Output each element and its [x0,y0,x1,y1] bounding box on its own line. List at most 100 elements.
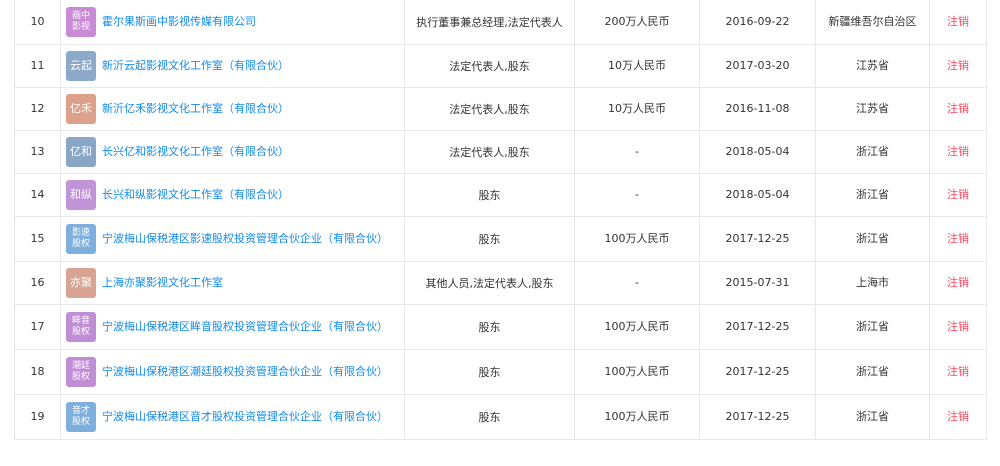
table-row: 13 亿和 长兴亿和影视文化工作室（有限合伙） 法定代表人,股东 -2018-05-04… [14,130,987,174]
company-logo: 音才 股权 [66,402,96,432]
capital-cell: 200万人民币 [574,0,700,45]
row-index: 17 [14,304,61,350]
table-row: 16 亦聚 上海亦聚影视文化工作室 其他人员,法定代表人,股东 -2015-07-31 上… [14,261,987,305]
table-row: 15 影速 股权 宁波梅山保税港区影速股权投资管理合伙企业（有限合伙） 股东 100万人民… [14,216,987,262]
role-cell: 股东 [404,173,575,217]
row-index: 16 [14,261,61,305]
company-cell: 画中 影视 霍尔果斯画中影视传媒有限公司 [60,0,405,45]
role-cell: 股东 [404,349,575,395]
row-index: 18 [14,349,61,395]
company-logo: 亿和 [66,137,96,167]
company-name-link[interactable]: 长兴和纵影视文化工作室（有限合伙） [102,187,289,203]
capital-cell: 10万人民币 [574,44,700,88]
company-cell: 音才 股权 宁波梅山保税港区音才股权投资管理合伙企业（有限合伙） [60,394,405,440]
company-name-link[interactable]: 宁波梅山保税港区音才股权投资管理合伙企业（有限合伙） [102,409,388,425]
region-cell: 上海市 [815,261,930,305]
table-row: 17 眸音 股权 宁波梅山保税港区眸音股权投资管理合伙企业（有限合伙） 股东 100万人民… [14,304,987,350]
region-cell: 江苏省 [815,87,930,131]
table-row: 14 和纵 长兴和纵影视文化工作室（有限合伙） 股东 -2018-05-04 浙江省 注销 [14,173,987,217]
company-name-link[interactable]: 长兴亿和影视文化工作室（有限合伙） [102,144,289,160]
company-cell: 潮廷 股权 宁波梅山保税港区潮廷股权投资管理合伙企业（有限合伙） [60,349,405,395]
company-table: 10 画中 影视 霍尔果斯画中影视传媒有限公司 执行董事兼总经理,法定代表人 200万人民… [14,0,987,440]
status-badge: 注销 [929,173,987,217]
region-cell: 新疆维吾尔自治区 [815,0,930,45]
company-name-link[interactable]: 宁波梅山保税港区影速股权投资管理合伙企业（有限合伙） [102,231,388,247]
investment-table-panel: 10 画中 影视 霍尔果斯画中影视传媒有限公司 执行董事兼总经理,法定代表人 200万人民… [0,0,1000,466]
role-cell: 法定代表人,股东 [404,87,575,131]
table-row: 19 音才 股权 宁波梅山保税港区音才股权投资管理合伙企业（有限合伙） 股东 100万人民… [14,394,987,440]
company-cell: 亿禾 新沂亿禾影视文化工作室（有限合伙） [60,87,405,131]
row-index: 10 [14,0,61,45]
company-logo: 画中 影视 [66,7,96,37]
company-name-link[interactable]: 霍尔果斯画中影视传媒有限公司 [102,14,256,30]
date-cell: 2016-11-08 [699,87,816,131]
company-name-link[interactable]: 新沂云起影视文化工作室（有限合伙） [102,58,289,74]
capital-cell: 100万人民币 [574,216,700,262]
status-badge: 注销 [929,87,987,131]
status-badge: 注销 [929,44,987,88]
capital-cell: - [574,261,700,305]
date-cell: 2017-12-25 [699,216,816,262]
table-row: 12 亿禾 新沂亿禾影视文化工作室（有限合伙） 法定代表人,股东 10万人民币 2016-… [14,87,987,131]
region-cell: 浙江省 [815,216,930,262]
status-badge: 注销 [929,261,987,305]
company-cell: 亿和 长兴亿和影视文化工作室（有限合伙） [60,130,405,174]
date-cell: 2018-05-04 [699,130,816,174]
table-row: 18 潮廷 股权 宁波梅山保税港区潮廷股权投资管理合伙企业（有限合伙） 股东 100万人民… [14,349,987,395]
role-cell: 股东 [404,216,575,262]
status-badge: 注销 [929,130,987,174]
table-row: 10 画中 影视 霍尔果斯画中影视传媒有限公司 执行董事兼总经理,法定代表人 200万人民… [14,0,987,45]
company-logo: 和纵 [66,180,96,210]
row-index: 19 [14,394,61,440]
role-cell: 法定代表人,股东 [404,44,575,88]
company-logo: 眸音 股权 [66,312,96,342]
row-index: 11 [14,44,61,88]
capital-cell: 100万人民币 [574,394,700,440]
company-cell: 和纵 长兴和纵影视文化工作室（有限合伙） [60,173,405,217]
date-cell: 2015-07-31 [699,261,816,305]
company-cell: 影速 股权 宁波梅山保税港区影速股权投资管理合伙企业（有限合伙） [60,216,405,262]
date-cell: 2018-05-04 [699,173,816,217]
company-name-link[interactable]: 上海亦聚影视文化工作室 [102,275,223,291]
capital-cell: - [574,130,700,174]
role-cell: 股东 [404,304,575,350]
status-badge: 注销 [929,0,987,45]
status-badge: 注销 [929,394,987,440]
company-cell: 云起 新沂云起影视文化工作室（有限合伙） [60,44,405,88]
region-cell: 浙江省 [815,304,930,350]
company-logo: 亿禾 [66,94,96,124]
role-cell: 其他人员,法定代表人,股东 [404,261,575,305]
region-cell: 浙江省 [815,173,930,217]
region-cell: 浙江省 [815,394,930,440]
company-cell: 眸音 股权 宁波梅山保税港区眸音股权投资管理合伙企业（有限合伙） [60,304,405,350]
company-name-link[interactable]: 宁波梅山保税港区眸音股权投资管理合伙企业（有限合伙） [102,319,388,335]
region-cell: 江苏省 [815,44,930,88]
status-badge: 注销 [929,304,987,350]
region-cell: 浙江省 [815,349,930,395]
region-cell: 浙江省 [815,130,930,174]
role-cell: 执行董事兼总经理,法定代表人 [404,0,575,45]
date-cell: 2017-12-25 [699,394,816,440]
capital-cell: - [574,173,700,217]
status-badge: 注销 [929,349,987,395]
company-name-link[interactable]: 宁波梅山保税港区潮廷股权投资管理合伙企业（有限合伙） [102,364,388,380]
company-cell: 亦聚 上海亦聚影视文化工作室 [60,261,405,305]
date-cell: 2016-09-22 [699,0,816,45]
row-index: 13 [14,130,61,174]
role-cell: 法定代表人,股东 [404,130,575,174]
status-badge: 注销 [929,216,987,262]
date-cell: 2017-12-25 [699,304,816,350]
company-logo: 云起 [66,51,96,81]
date-cell: 2017-12-25 [699,349,816,395]
company-logo: 潮廷 股权 [66,357,96,387]
capital-cell: 10万人民币 [574,87,700,131]
company-name-link[interactable]: 新沂亿禾影视文化工作室（有限合伙） [102,101,289,117]
date-cell: 2017-03-20 [699,44,816,88]
row-index: 15 [14,216,61,262]
row-index: 14 [14,173,61,217]
company-logo: 亦聚 [66,268,96,298]
table-body: 10 画中 影视 霍尔果斯画中影视传媒有限公司 执行董事兼总经理,法定代表人 200万人民… [14,0,987,440]
capital-cell: 100万人民币 [574,304,700,350]
table-row: 11 云起 新沂云起影视文化工作室（有限合伙） 法定代表人,股东 10万人民币 2017-… [14,44,987,88]
company-logo: 影速 股权 [66,224,96,254]
